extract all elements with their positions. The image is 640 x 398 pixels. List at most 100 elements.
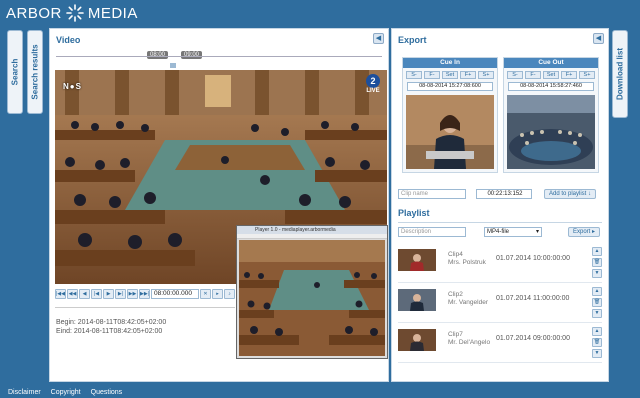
scrub-bar[interactable] (55, 307, 235, 311)
timeline-handle[interactable] (170, 63, 176, 68)
export-title: Export (398, 35, 427, 45)
clip-actions: ▲ 🗑 ▼ (592, 247, 602, 278)
live-badge: 2 LIVE (363, 74, 383, 96)
cue-out-label: Cue Out (504, 58, 598, 68)
clip-thumbnail (398, 249, 436, 271)
cue-out-buttons: S- F- Set F+ S+ (504, 68, 598, 79)
cue-in-frame-fwd[interactable]: F+ (460, 71, 476, 79)
cue-in-box: Cue In S- F- Set F+ S+ 08-08-2014 15:27:… (402, 57, 498, 173)
brand-left: ARBOR (6, 4, 62, 22)
timeline[interactable] (56, 56, 382, 62)
cue-out-time: 08-08-2014 15:58:27:460 (508, 82, 594, 91)
playlist-export-label: Export (572, 229, 591, 235)
clip-name-input[interactable]: Clip name (398, 189, 466, 199)
clear-timecode-icon[interactable]: ✕ (200, 288, 211, 299)
cue-in-frame-back[interactable]: F- (424, 71, 440, 79)
chevron-down-icon: ▾ (535, 229, 539, 235)
clip-name-row: Clip name 00:22:13:152 Add to playlist ↓ (398, 189, 602, 199)
popup-chamber-frame (239, 240, 385, 356)
video-collapse-button[interactable]: ◀ (373, 33, 384, 44)
cue-out-thumbnail (507, 95, 595, 169)
begin-time: Begin: 2014-08-11T08:42:05+02:00 (56, 319, 167, 326)
clip-thumbnail (398, 329, 436, 351)
step-back-button[interactable]: |◀ (91, 288, 102, 299)
playlist-item[interactable]: Clip4 Mrs. Polstruk 01.07.2014 10:00:00:… (398, 247, 602, 283)
cue-in-buttons: S- F- Set F+ S+ (403, 68, 497, 79)
search-results-tab-label: Search results (30, 44, 40, 100)
cue-out-frame-back[interactable]: F- (525, 71, 541, 79)
go-timecode-icon[interactable]: ▸ (212, 288, 223, 299)
player-controls: |◀◀ ◀◀ ◀ |◀ ▶ ▶| ▶▶ ▶▶| 08:00:00.000 ✕ ▸… (55, 288, 239, 299)
move-down-icon[interactable]: ▼ (592, 309, 602, 318)
forward-button[interactable]: ▶▶ (127, 288, 138, 299)
end-time: Eind: 2014-08-11T08:42:05+02:00 (56, 328, 163, 335)
rewind-fast-button[interactable]: ◀◀ (67, 288, 78, 299)
download-list-tab[interactable]: Download list (612, 30, 628, 118)
playlist-export-button[interactable]: Export ▸ (568, 227, 600, 237)
clip-date: 01.07.2014 10:00:00:00 (496, 255, 570, 262)
trash-icon[interactable]: 🗑 (592, 258, 602, 267)
export-collapse-button[interactable]: ◀ (593, 33, 604, 44)
sun-logo-icon (66, 4, 84, 22)
last-frame-button[interactable]: ▶▶| (139, 288, 150, 299)
video-panel: Video ◀ 08:00 09:00 N●S 2 LIVE |◀◀ ◀◀ ◀ … (49, 28, 389, 382)
move-up-icon[interactable]: ▲ (592, 287, 602, 296)
volume-icon[interactable]: ♪ (224, 288, 235, 299)
clip-thumb-image (398, 289, 436, 311)
clip-thumb-image (398, 249, 436, 271)
first-frame-button[interactable]: |◀◀ (55, 288, 66, 299)
cue-out-frame-image (507, 95, 595, 169)
clip-actions: ▲ 🗑 ▼ (592, 327, 602, 358)
search-results-tab[interactable]: Search results (27, 30, 43, 114)
clip-thumb-image (398, 329, 436, 351)
cue-in-time: 08-08-2014 15:27:08:600 (407, 82, 493, 91)
move-down-icon[interactable]: ▼ (592, 349, 602, 358)
clip-date: 01.07.2014 11:00:00:00 (496, 295, 570, 302)
brand-logo[interactable]: ARBOR MEDIA (6, 3, 138, 23)
playlist-item[interactable]: Clip7 Mr. Del'Angelo 01.07.2014 09:00:00… (398, 327, 602, 363)
cue-out-step-fwd[interactable]: S+ (579, 71, 595, 79)
popup-address-bar (237, 234, 387, 239)
popup-video[interactable] (239, 240, 385, 356)
step-forward-button[interactable]: ▶| (115, 288, 126, 299)
search-tab[interactable]: Search (7, 30, 23, 114)
cue-in-thumbnail (406, 95, 494, 169)
popup-title: Player 1.0 - mediaplayer.arbormedia (237, 226, 387, 234)
format-select-value: MP4-file (487, 229, 510, 235)
trash-icon[interactable]: 🗑 (592, 298, 602, 307)
popup-player-window[interactable]: Player 1.0 - mediaplayer.arbormedia (236, 225, 388, 359)
brand-right: MEDIA (87, 4, 138, 22)
channel-number: 2 (366, 74, 380, 88)
play-button[interactable]: ▶ (103, 288, 114, 299)
playlist-controls: Description MP4-file ▾ Export ▸ (398, 227, 602, 237)
playlist-item[interactable]: Clip2 Mr. Vangelder 01.07.2014 11:00:00:… (398, 287, 602, 323)
footer-link-disclaimer[interactable]: Disclaimer (8, 389, 41, 396)
footer: Disclaimer Copyright Questions (0, 386, 640, 398)
add-to-playlist-button[interactable]: Add to playlist ↓ (544, 189, 596, 199)
move-up-icon[interactable]: ▲ (592, 327, 602, 336)
move-down-icon[interactable]: ▼ (592, 269, 602, 278)
clip-person: Mr. Vangelder (448, 299, 488, 306)
cue-out-set[interactable]: Set (543, 71, 559, 79)
trash-icon[interactable]: 🗑 (592, 338, 602, 347)
clip-name: Clip7 (448, 331, 463, 338)
live-label: LIVE (366, 88, 380, 94)
timecode-input[interactable]: 08:00:00.000 (151, 288, 199, 299)
format-select[interactable]: MP4-file ▾ (484, 227, 542, 237)
footer-link-questions[interactable]: Questions (91, 389, 123, 396)
cue-in-set[interactable]: Set (442, 71, 458, 79)
footer-link-copyright[interactable]: Copyright (51, 389, 81, 396)
begin-end-info: Begin: 2014-08-11T08:42:05+02:00 Eind: 2… (56, 318, 166, 336)
move-up-icon[interactable]: ▲ (592, 247, 602, 256)
playlist-divider (398, 222, 602, 223)
clip-actions: ▲ 🗑 ▼ (592, 287, 602, 318)
clip-thumbnail (398, 289, 436, 311)
clip-date: 01.07.2014 09:00:00:00 (496, 335, 570, 342)
rewind-button[interactable]: ◀ (79, 288, 90, 299)
header-bar: ARBOR MEDIA (0, 0, 640, 26)
cue-out-frame-fwd[interactable]: F+ (561, 71, 577, 79)
cue-out-step-back[interactable]: S- (507, 71, 523, 79)
cue-in-step-fwd[interactable]: S+ (478, 71, 494, 79)
cue-in-step-back[interactable]: S- (406, 71, 422, 79)
description-input[interactable]: Description (398, 227, 466, 237)
